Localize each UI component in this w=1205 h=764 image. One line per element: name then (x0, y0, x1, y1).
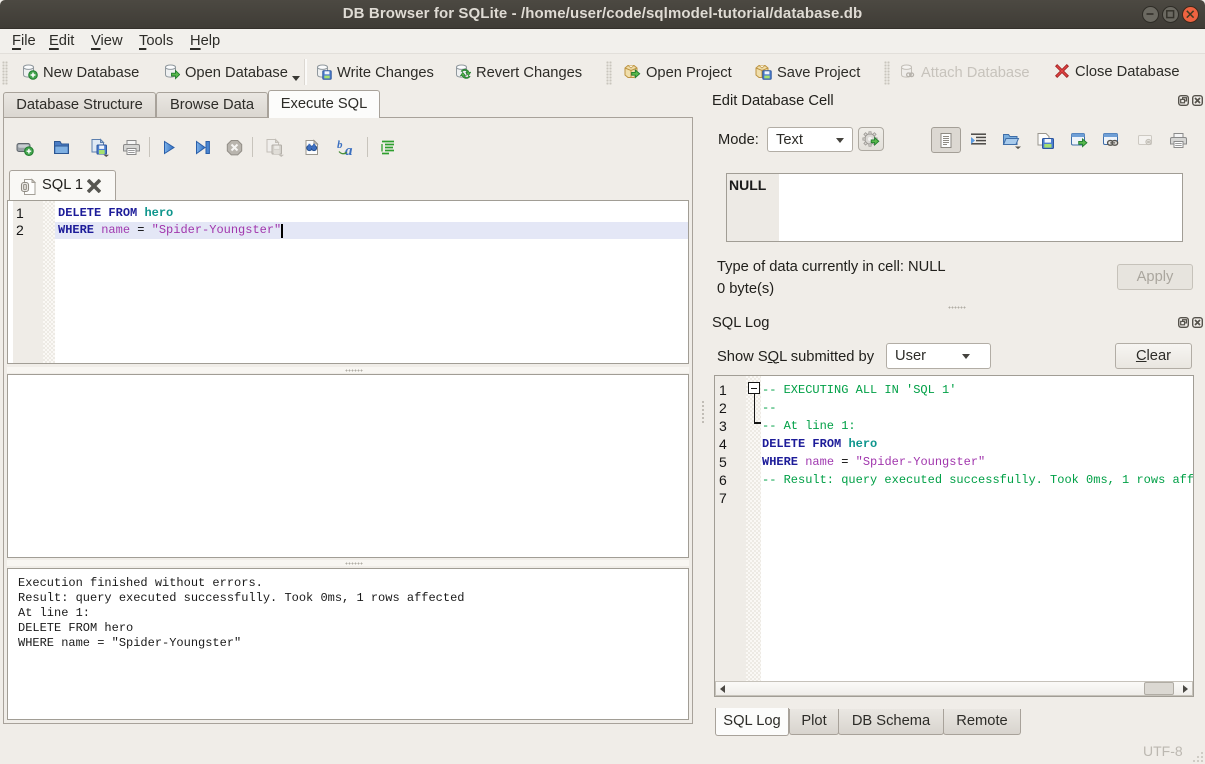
svg-text:a: a (345, 143, 353, 157)
svg-text:b: b (337, 139, 343, 151)
